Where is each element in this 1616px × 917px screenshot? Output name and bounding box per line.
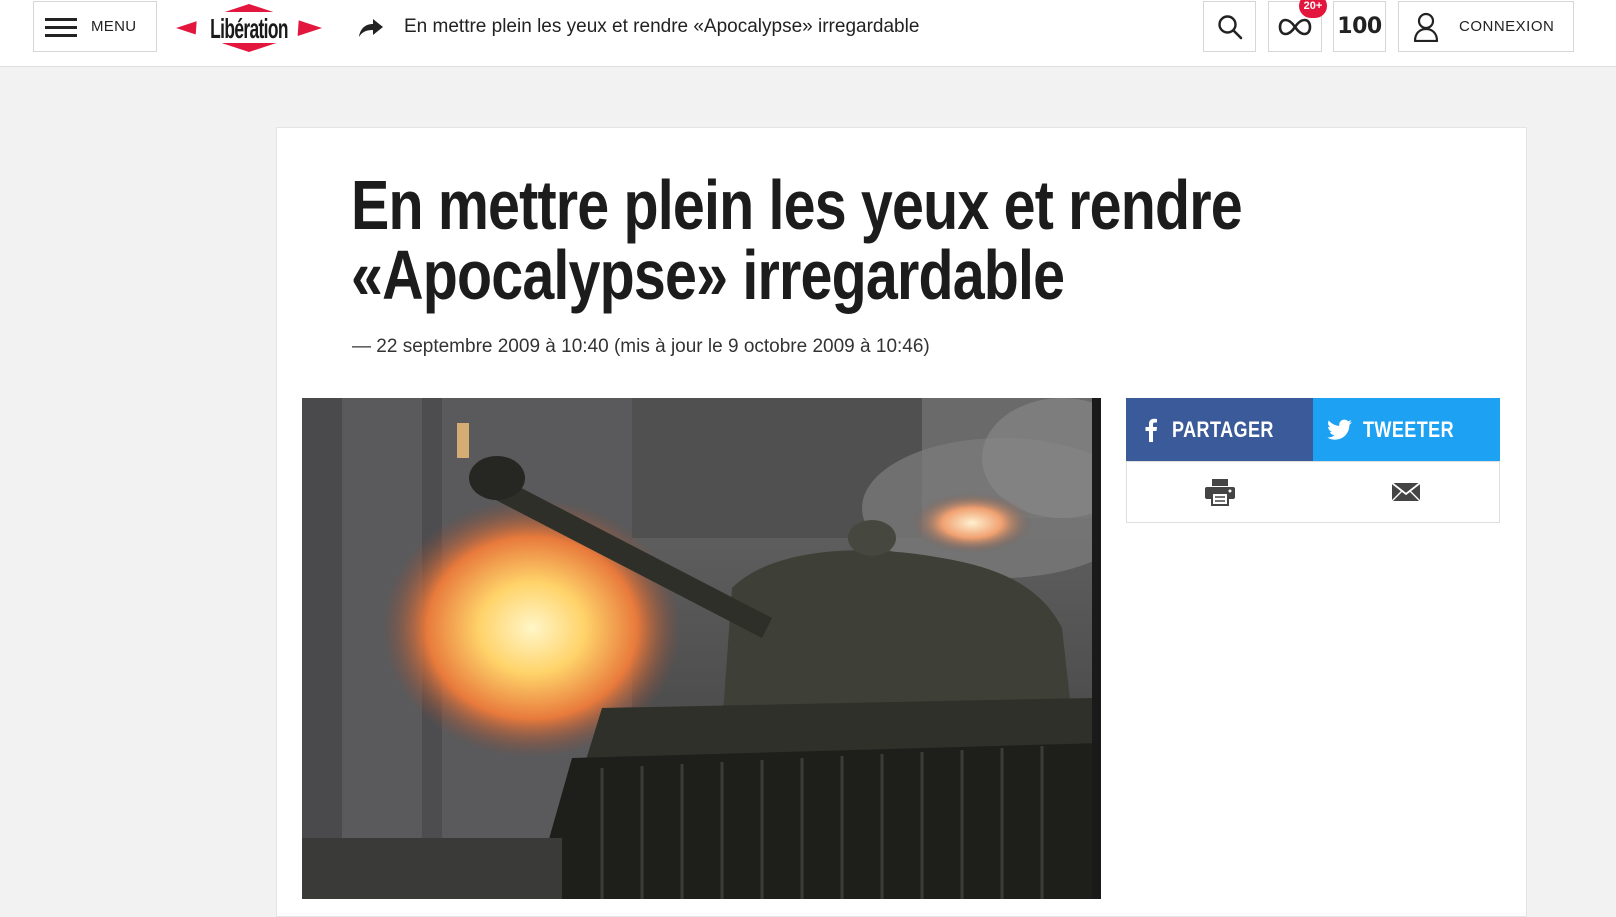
menu-label: MENU [91, 18, 137, 35]
liberation-logo[interactable]: Libération [176, 2, 322, 54]
twitter-share-label: TWEETER [1363, 416, 1455, 442]
share-panel: PARTAGER TWEETER [1126, 398, 1500, 523]
email-share-button[interactable] [1313, 461, 1500, 523]
header-article-title: En mettre plein les yeux et rendre «Apoc… [404, 16, 920, 37]
facebook-icon [1145, 418, 1157, 442]
search-icon [1217, 14, 1242, 39]
article-photo[interactable] [302, 398, 1101, 899]
login-label: CONNEXION [1459, 18, 1555, 35]
search-button[interactable] [1203, 1, 1256, 52]
envelope-icon [1391, 482, 1421, 502]
twitter-share-button[interactable]: TWEETER [1313, 398, 1500, 461]
user-icon [1413, 12, 1439, 42]
login-button[interactable]: CONNEXION [1398, 1, 1574, 52]
article-date: — 22 septembre 2009 à 10:40 (mis à jour … [352, 336, 930, 357]
facebook-share-button[interactable]: PARTAGER [1126, 398, 1313, 461]
hamburger-icon [45, 16, 77, 38]
infinity-icon [1278, 18, 1312, 35]
article-title: En mettre plein les yeux et rendre «Apoc… [351, 166, 1243, 314]
notification-badge: 20+ [1299, 0, 1327, 18]
svg-text:Libération: Libération [210, 13, 288, 44]
print-button[interactable] [1126, 461, 1314, 523]
menu-button[interactable]: MENU [33, 1, 157, 52]
printer-icon [1205, 479, 1235, 506]
twitter-icon [1327, 419, 1352, 440]
facebook-share-label: PARTAGER [1172, 416, 1274, 442]
share-arrow-icon [359, 19, 383, 37]
hundred-button[interactable]: 100 [1333, 1, 1386, 52]
top-navigation-bar: MENU Libération En mettre plein les yeux… [0, 0, 1616, 67]
